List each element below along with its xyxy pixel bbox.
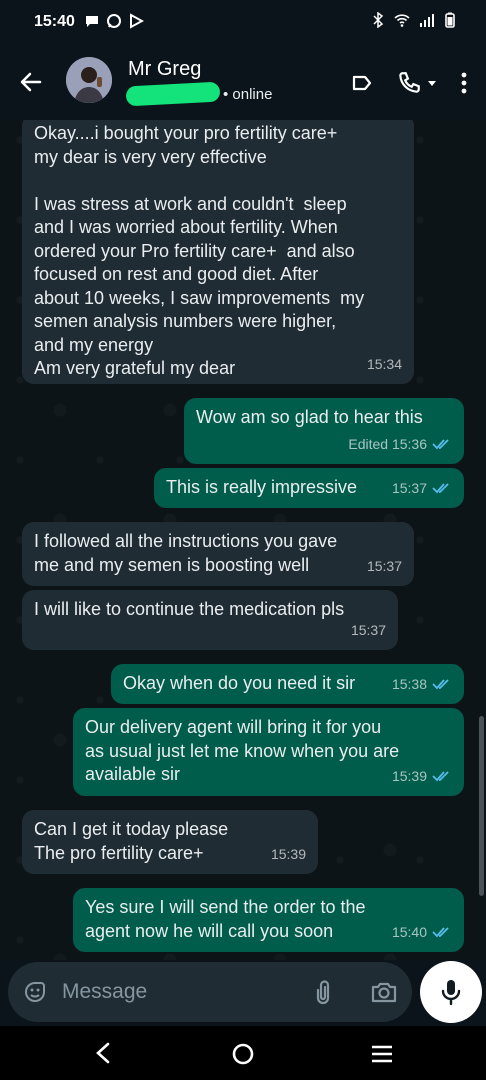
voice-record-button[interactable]	[420, 961, 482, 1023]
bluetooth-icon	[373, 12, 384, 28]
message-incoming[interactable]: I will like to continue the medication p…	[22, 590, 398, 650]
chat-header: Mr Greg • online	[0, 44, 486, 120]
microphone-icon	[441, 980, 461, 1006]
message-input[interactable]: Message	[62, 980, 147, 1004]
message-list[interactable]: Okay....i bought your pro fertility care…	[0, 120, 486, 960]
message-time: 15:39	[391, 767, 427, 784]
contact-avatar[interactable]	[66, 57, 112, 103]
message-text: Can I get it today please The pro fertil…	[34, 819, 229, 863]
read-ticks-icon	[432, 483, 449, 494]
message-incoming[interactable]: Okay....i bought your pro fertility care…	[22, 120, 414, 384]
battery-icon	[445, 12, 455, 28]
message-time: 15:38	[391, 675, 427, 692]
message-outgoing[interactable]: This is really impressive 15:37	[154, 468, 464, 508]
avatar-image-icon	[66, 57, 112, 103]
message-time: 15:37	[366, 557, 402, 574]
label-icon[interactable]	[350, 71, 374, 95]
attach-icon[interactable]	[310, 978, 336, 1006]
message-text: Wow am so glad to hear this	[196, 407, 423, 427]
camera-icon[interactable]	[370, 979, 398, 1005]
caret-down-icon	[428, 81, 436, 86]
message-meta: 15:39	[392, 765, 452, 789]
message-time: 15:34	[366, 355, 402, 372]
nav-home-icon[interactable]	[231, 1042, 255, 1066]
message-meta: 15:37	[367, 555, 402, 579]
message-outgoing[interactable]: Yes sure I will send the order to the ag…	[73, 888, 464, 952]
read-ticks-icon	[432, 771, 449, 782]
message-meta: 15:38	[392, 673, 452, 697]
more-options-icon[interactable]	[460, 71, 468, 95]
message-composer[interactable]: Message	[8, 962, 412, 1022]
system-nav-bar	[0, 1026, 486, 1080]
message-meta: 15:37	[392, 477, 452, 501]
read-ticks-icon	[432, 439, 449, 450]
wifi-icon	[394, 14, 410, 27]
notification-icons	[84, 13, 144, 29]
message-time: 15:37	[391, 479, 427, 496]
back-arrow-icon[interactable]	[18, 69, 44, 95]
message-meta: 15:40	[392, 921, 452, 945]
message-meta: 15:39	[271, 843, 306, 867]
whatsapp-notification-icon	[107, 14, 121, 28]
message-outgoing[interactable]: Our delivery agent will bring it for you…	[73, 708, 464, 796]
message-meta: 15:37	[351, 619, 386, 643]
nav-recents-icon[interactable]	[370, 1044, 394, 1064]
system-status-icons	[370, 12, 458, 28]
message-text: I followed all the instructions you gave…	[34, 531, 338, 575]
read-ticks-icon	[432, 927, 449, 938]
contact-status: • online	[223, 86, 273, 103]
contact-name[interactable]: Mr Greg	[128, 58, 201, 81]
message-incoming[interactable]: I followed all the instructions you gave…	[22, 522, 414, 586]
read-ticks-icon	[432, 679, 449, 690]
play-notification-icon	[130, 13, 144, 29]
status-bar: 15:40	[0, 0, 486, 44]
message-meta: 15:34	[367, 353, 402, 377]
message-time: 15:37	[350, 621, 386, 638]
call-button[interactable]	[396, 70, 438, 96]
phone-icon	[399, 72, 420, 93]
message-meta: Edited 15:36	[348, 433, 452, 457]
chat-notification-icon	[86, 16, 98, 27]
message-outgoing[interactable]: Wow am so glad to hear this Edited 15:36	[184, 398, 464, 464]
message-time: 15:40	[391, 923, 427, 940]
status-time: 15:40	[34, 13, 75, 30]
message-incoming[interactable]: Can I get it today please The pro fertil…	[22, 810, 318, 874]
signal-icon	[420, 14, 434, 27]
message-time: 15:39	[270, 845, 306, 862]
nav-back-icon[interactable]	[94, 1042, 112, 1064]
message-text: Okay....i bought your pro fertility care…	[34, 123, 365, 378]
message-time: Edited 15:36	[348, 435, 427, 452]
scrollbar[interactable]	[479, 716, 484, 896]
header-actions	[350, 70, 468, 96]
message-outgoing[interactable]: Okay when do you need it sir 15:38	[111, 664, 464, 704]
sticker-icon[interactable]	[22, 979, 48, 1005]
message-text: I will like to continue the medication p…	[34, 599, 345, 619]
redaction-mark	[125, 81, 221, 107]
